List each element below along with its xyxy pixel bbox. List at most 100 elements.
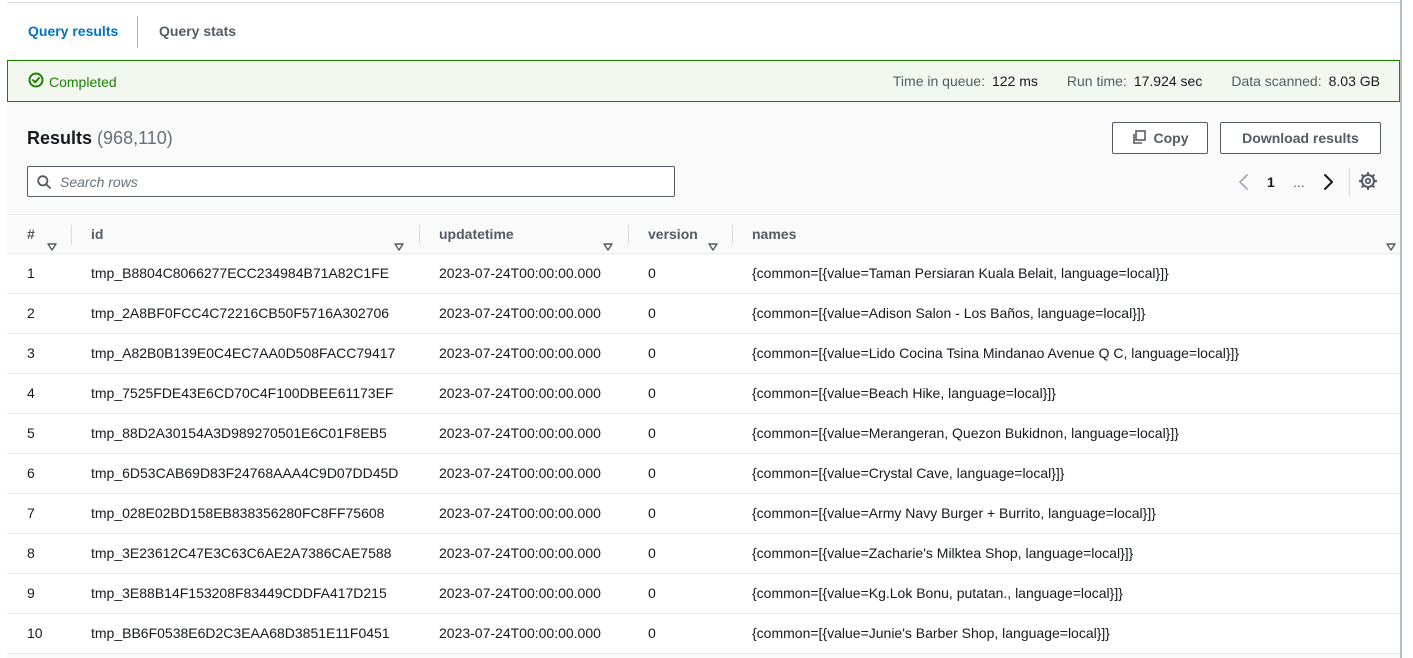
column-separator[interactable] bbox=[419, 225, 420, 245]
cell-id: tmp_BB6F0538E6D2C3EAA68D3851E11F0451 bbox=[91, 625, 390, 641]
table-row[interactable]: 9 tmp_3E88B14F153208F83449CDDFA417D215 2… bbox=[7, 574, 1400, 614]
copy-label: Copy bbox=[1153, 130, 1189, 146]
chevron-right-icon[interactable] bbox=[1321, 172, 1335, 195]
cell-number: 9 bbox=[27, 585, 35, 601]
cell-names: {common=[{value=Kg.Lok Bonu, putatan., l… bbox=[752, 585, 1123, 601]
cell-version: 0 bbox=[648, 545, 656, 561]
cell-id: tmp_2A8BF0FCC4C72216CB50F5716A302706 bbox=[91, 305, 390, 321]
column-header-number[interactable]: # bbox=[27, 215, 57, 253]
column-header-updatetime[interactable]: updatetime bbox=[439, 215, 619, 253]
cell-names: {common=[{value=Beach Hike, language=loc… bbox=[752, 385, 1056, 401]
cell-version: 0 bbox=[648, 345, 656, 361]
cell-updatetime: 2023-07-24T00:00:00.000 bbox=[439, 265, 601, 281]
results-table: # id updatetime version names 1 tmp_B880… bbox=[7, 214, 1400, 654]
table-row[interactable]: 3 tmp_A82B0B139E0C4EC7AA0D508FACC79417 2… bbox=[7, 334, 1400, 374]
table-row[interactable]: 10 tmp_BB6F0538E6D2C3EAA68D3851E11F0451 … bbox=[7, 614, 1400, 654]
cell-version: 0 bbox=[648, 305, 656, 321]
cell-number: 3 bbox=[27, 345, 35, 361]
cell-number: 2 bbox=[27, 305, 35, 321]
table-row[interactable]: 2 tmp_2A8BF0FCC4C72216CB50F5716A302706 2… bbox=[7, 294, 1400, 334]
results-panel: Results (968,110) Copy Download results … bbox=[7, 102, 1400, 658]
column-header-version[interactable]: version bbox=[648, 215, 722, 253]
column-header-id[interactable]: id bbox=[91, 215, 407, 253]
cell-updatetime: 2023-07-24T00:00:00.000 bbox=[439, 545, 601, 561]
cell-id: tmp_88D2A30154A3D989270501E6C01F8EB5 bbox=[91, 425, 387, 441]
cell-number: 8 bbox=[27, 545, 35, 561]
cell-updatetime: 2023-07-24T00:00:00.000 bbox=[439, 625, 601, 641]
column-header-label: version bbox=[648, 226, 698, 242]
cell-names: {common=[{value=Lido Cocina Tsina Mindan… bbox=[752, 345, 1240, 361]
cell-version: 0 bbox=[648, 505, 656, 521]
data-scanned: Data scanned: 8.03 GB bbox=[1231, 73, 1380, 89]
status-bar: Completed Time in queue: 122 ms Run time:… bbox=[7, 60, 1400, 102]
run-time: Run time: 17.924 sec bbox=[1067, 73, 1202, 89]
cell-version: 0 bbox=[648, 465, 656, 481]
gear-icon[interactable] bbox=[1358, 171, 1378, 193]
table-row[interactable]: 4 tmp_7525FDE43E6CD70C4F100DBEE61173EF 2… bbox=[7, 374, 1400, 414]
data-scanned-label: Data scanned: bbox=[1231, 73, 1322, 89]
page-number[interactable]: 1 bbox=[1267, 174, 1275, 190]
run-time-value: 17.924 sec bbox=[1133, 73, 1203, 89]
cell-names: {common=[{value=Adison Salon - Los Baños… bbox=[752, 305, 1146, 321]
search-input[interactable] bbox=[60, 172, 660, 192]
table-header: # id updatetime version names bbox=[7, 214, 1400, 254]
column-header-label: # bbox=[27, 226, 35, 242]
tab-query-stats[interactable]: Query stats bbox=[139, 17, 256, 51]
cell-number: 1 bbox=[27, 265, 35, 281]
cell-id: tmp_3E23612C47E3C63C6AE2A7386CAE7588 bbox=[91, 545, 392, 561]
top-border bbox=[7, 0, 1401, 3]
column-header-label: updatetime bbox=[439, 226, 514, 242]
time-in-queue-label: Time in queue: bbox=[892, 73, 985, 89]
status-label: Completed bbox=[49, 73, 117, 90]
column-separator[interactable] bbox=[732, 225, 733, 245]
chevron-left-icon[interactable] bbox=[1237, 172, 1251, 195]
tab-query-results[interactable]: Query results bbox=[8, 17, 139, 64]
table-row[interactable]: 1 tmp_B8804C8066277ECC234984B71A82C1FE 2… bbox=[7, 254, 1400, 294]
cell-id: tmp_3E88B14F153208F83449CDDFA417D215 bbox=[91, 585, 387, 601]
check-circle-icon bbox=[28, 72, 49, 91]
results-title: Results bbox=[27, 128, 93, 148]
cell-number: 10 bbox=[27, 625, 43, 641]
cell-number: 4 bbox=[27, 385, 35, 401]
cell-names: {common=[{value=Zacharie's Milktea Shop,… bbox=[752, 545, 1134, 561]
cell-updatetime: 2023-07-24T00:00:00.000 bbox=[439, 385, 601, 401]
cell-version: 0 bbox=[648, 625, 656, 641]
column-separator[interactable] bbox=[628, 225, 629, 245]
table-row[interactable]: 7 tmp_028E02BD158EB838356280FC8FF75608 2… bbox=[7, 494, 1400, 534]
cell-names: {common=[{value=Crystal Cave, language=l… bbox=[752, 465, 1065, 481]
cell-version: 0 bbox=[648, 585, 656, 601]
cell-updatetime: 2023-07-24T00:00:00.000 bbox=[439, 505, 601, 521]
copy-button[interactable]: Copy bbox=[1112, 122, 1208, 154]
cell-names: {common=[{value=Taman Persiaran Kuala Be… bbox=[752, 265, 1169, 281]
tab-divider bbox=[137, 16, 138, 48]
cell-updatetime: 2023-07-24T00:00:00.000 bbox=[439, 585, 601, 601]
table-row[interactable]: 5 tmp_88D2A30154A3D989270501E6C01F8EB5 2… bbox=[7, 414, 1400, 454]
cell-version: 0 bbox=[648, 385, 656, 401]
time-in-queue: Time in queue: 122 ms bbox=[893, 73, 1038, 89]
cell-id: tmp_B8804C8066277ECC234984B71A82C1FE bbox=[91, 265, 390, 281]
cell-version: 0 bbox=[648, 265, 656, 281]
cell-updatetime: 2023-07-24T00:00:00.000 bbox=[439, 425, 601, 441]
copy-icon bbox=[1132, 129, 1154, 147]
time-in-queue-value: 122 ms bbox=[991, 73, 1038, 89]
search-rows bbox=[27, 166, 675, 197]
cell-updatetime: 2023-07-24T00:00:00.000 bbox=[439, 345, 601, 361]
cell-version: 0 bbox=[648, 425, 656, 441]
column-separator[interactable] bbox=[71, 225, 72, 245]
column-header-names[interactable]: names bbox=[752, 215, 1397, 253]
cell-names: {common=[{value=Junie's Barber Shop, lan… bbox=[752, 625, 1110, 641]
table-row[interactable]: 6 tmp_6D53CAB69D83F24768AAA4C9D07DD45D 2… bbox=[7, 454, 1400, 494]
run-time-label: Run time: bbox=[1066, 73, 1127, 89]
right-edge bbox=[1400, 0, 1402, 658]
results-count: (968,110) bbox=[97, 128, 173, 148]
cell-id: tmp_6D53CAB69D83F24768AAA4C9D07DD45D bbox=[91, 465, 399, 481]
cell-names: {common=[{value=Army Navy Burger + Burri… bbox=[752, 505, 1156, 521]
table-row[interactable]: 8 tmp_3E23612C47E3C63C6AE2A7386CAE7588 2… bbox=[7, 534, 1400, 574]
download-results-button[interactable]: Download results bbox=[1220, 122, 1381, 154]
cell-number: 6 bbox=[27, 465, 35, 481]
status-metrics: Time in queue: 122 ms Run time: 17.924 sec… bbox=[864, 73, 1380, 89]
column-header-label: names bbox=[752, 226, 797, 242]
cell-number: 5 bbox=[27, 425, 35, 441]
cell-id: tmp_028E02BD158EB838356280FC8FF75608 bbox=[91, 505, 385, 521]
cell-names: {common=[{value=Merangeran, Quezon Bukid… bbox=[752, 425, 1179, 441]
